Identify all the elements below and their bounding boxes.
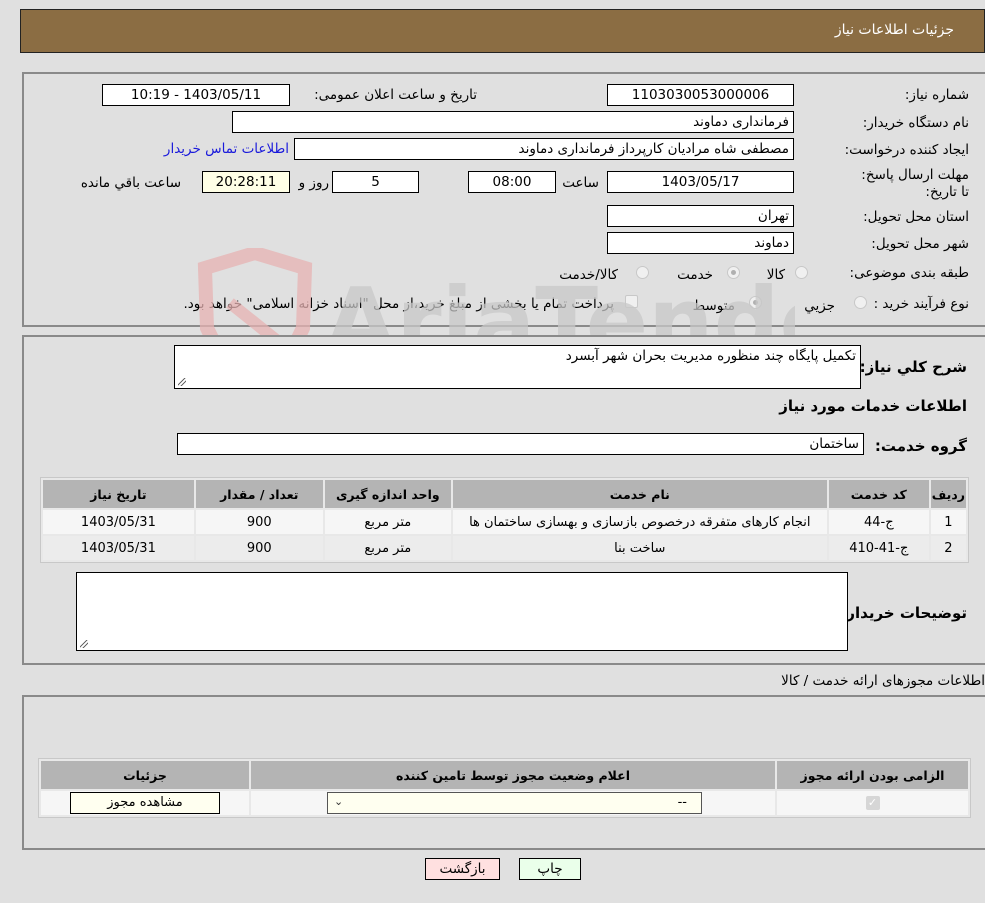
services-title: اطلاعات خدمات مورد نياز (779, 397, 967, 415)
treasury-note: پرداخت تمام یا بخشی از مبلغ خرید،از محل … (183, 296, 614, 312)
need-number-field: 1103030053000006 (607, 84, 794, 106)
services-table: ردیف کد خدمت نام خدمت واحد اندازه گیری ت… (40, 477, 969, 563)
deadline-time-field: 08:00 (468, 171, 556, 193)
col-service-name: نام خدمت (452, 480, 827, 508)
city-label: شهر محل تحویل: (871, 236, 969, 252)
buyer-notes-label: توضیحات خریدار: (840, 604, 967, 622)
category-option-goods-service: کالا/خدمت (559, 267, 618, 283)
need-number-label: شماره نیاز: (904, 87, 969, 103)
col-unit: واحد اندازه گیری (324, 480, 451, 508)
province-label: استان محل تحویل: (863, 209, 969, 225)
creator-field: مصطفی شاه مرادیان کارپرداز فرمانداری دما… (294, 138, 794, 160)
cell-service-name: ساخت بنا (452, 536, 827, 560)
buyer-org-field: فرمانداری دماوند (232, 111, 794, 133)
back-button[interactable]: بازگشت (425, 858, 500, 880)
required-checkbox[interactable]: ✓ (865, 796, 880, 810)
permit-status-value: -- (677, 795, 687, 810)
table-row: ✓ -- ⌄ مشاهده مجوز (41, 791, 968, 815)
summary-label: شرح كلي نياز: (859, 358, 967, 376)
cell-permit-details: مشاهده مجوز (41, 791, 249, 815)
cell-quantity: 900 (195, 536, 323, 560)
summary-textarea[interactable]: تکمیل پایگاه چند منظوره مدیریت بحران شهر… (174, 345, 861, 389)
process-radio-medium[interactable] (749, 296, 762, 309)
buyer-contact-link[interactable]: اطلاعات تماس خریدار (164, 141, 289, 157)
permits-table: الزامی بودن ارائه مجوز اعلام وضعیت مجوز … (38, 758, 971, 818)
col-row-number: ردیف (930, 480, 966, 508)
category-option-goods: کالا (766, 267, 785, 283)
service-group-label: گروه خدمت: (874, 437, 967, 455)
service-group-field: ساختمان (177, 433, 864, 455)
col-quantity: تعداد / مقدار (195, 480, 323, 508)
announce-datetime-field: 1403/05/11 - 10:19 (102, 84, 290, 106)
cell-service-code: ج-41-410 (828, 536, 929, 560)
deadline-label: مهلت ارسال پاسخ: تا تاریخ: (861, 167, 969, 200)
category-radio-goods-service[interactable] (636, 266, 649, 279)
province-field: تهران (607, 205, 794, 227)
cell-permit-required: ✓ (777, 791, 968, 815)
print-button[interactable]: چاپ (519, 858, 581, 880)
days-label: روز و (298, 175, 329, 191)
cell-service-name: انجام کارهای متفرقه درخصوص بازسازی و بهس… (452, 510, 827, 534)
category-radio-goods[interactable] (795, 266, 808, 279)
services-table-header: ردیف کد خدمت نام خدمت واحد اندازه گیری ت… (43, 480, 966, 508)
chevron-down-icon: ⌄ (334, 795, 344, 808)
category-radio-service[interactable] (727, 266, 740, 279)
time-label: ساعت (562, 175, 599, 191)
table-row: 2 ج-41-410 ساخت بنا متر مربع 900 1403/05… (43, 536, 966, 560)
category-option-service: خدمت (677, 267, 713, 283)
permits-panel: الزامی بودن ارائه مجوز اعلام وضعیت مجوز … (22, 695, 985, 850)
need-details-panel: شماره نیاز: 1103030053000006 تاریخ و ساع… (22, 72, 985, 327)
permit-status-select[interactable]: -- ⌄ (327, 792, 702, 814)
resize-grip-icon[interactable] (80, 640, 88, 648)
cell-permit-status: -- ⌄ (251, 791, 775, 815)
cell-row-number: 1 (930, 510, 966, 534)
needs-panel: شرح كلي نياز: تکمیل پایگاه چند منظوره مد… (22, 335, 985, 665)
city-field: دماوند (607, 232, 794, 254)
permits-title: اطلاعات مجوزهای ارائه خدمت / کالا (781, 673, 985, 689)
summary-text: تکمیل پایگاه چند منظوره مدیریت بحران شهر… (565, 348, 856, 364)
cell-unit: متر مربع (324, 510, 451, 534)
category-label: طبقه بندی موضوعی: (849, 265, 969, 281)
buyer-notes-textarea[interactable] (76, 572, 848, 651)
col-permit-status: اعلام وضعیت مجوز توسط تامین کننده (251, 761, 775, 789)
view-permit-button[interactable]: مشاهده مجوز (70, 792, 220, 814)
process-option-minor: جزيي (804, 298, 835, 314)
permits-table-header: الزامی بودن ارائه مجوز اعلام وضعیت مجوز … (41, 761, 968, 789)
cell-service-code: ج-44 (828, 510, 929, 534)
buyer-org-label: نام دستگاه خریدار: (862, 115, 969, 131)
cell-quantity: 900 (195, 510, 323, 534)
col-permit-details: جزئیات (41, 761, 249, 789)
cell-need-date: 1403/05/31 (43, 536, 194, 560)
announce-label: تاریخ و ساعت اعلان عمومی: (314, 87, 477, 103)
col-service-code: کد خدمت (828, 480, 929, 508)
table-row: 1 ج-44 انجام کارهای متفرقه درخصوص بازساز… (43, 510, 966, 534)
remaining-label: ساعت باقي مانده (80, 175, 181, 191)
process-option-medium: متوسط (692, 298, 735, 314)
col-need-date: تاریخ نیاز (43, 480, 194, 508)
col-permit-required: الزامی بودن ارائه مجوز (777, 761, 968, 789)
process-label: نوع فرآیند خرید : (873, 296, 969, 312)
resize-grip-icon[interactable] (178, 378, 186, 386)
process-radio-minor[interactable] (854, 296, 867, 309)
days-remaining-field: 5 (332, 171, 419, 193)
cell-need-date: 1403/05/31 (43, 510, 194, 534)
cell-row-number: 2 (930, 536, 966, 560)
treasury-checkbox[interactable] (625, 295, 638, 308)
creator-label: ایجاد کننده درخواست: (844, 142, 969, 158)
remaining-time-field: 20:28:11 (202, 171, 290, 193)
deadline-date-field: 1403/05/17 (607, 171, 794, 193)
cell-unit: متر مربع (324, 536, 451, 560)
page-header: جزئیات اطلاعات نیاز (20, 9, 985, 53)
page-title: جزئیات اطلاعات نیاز (834, 22, 954, 38)
